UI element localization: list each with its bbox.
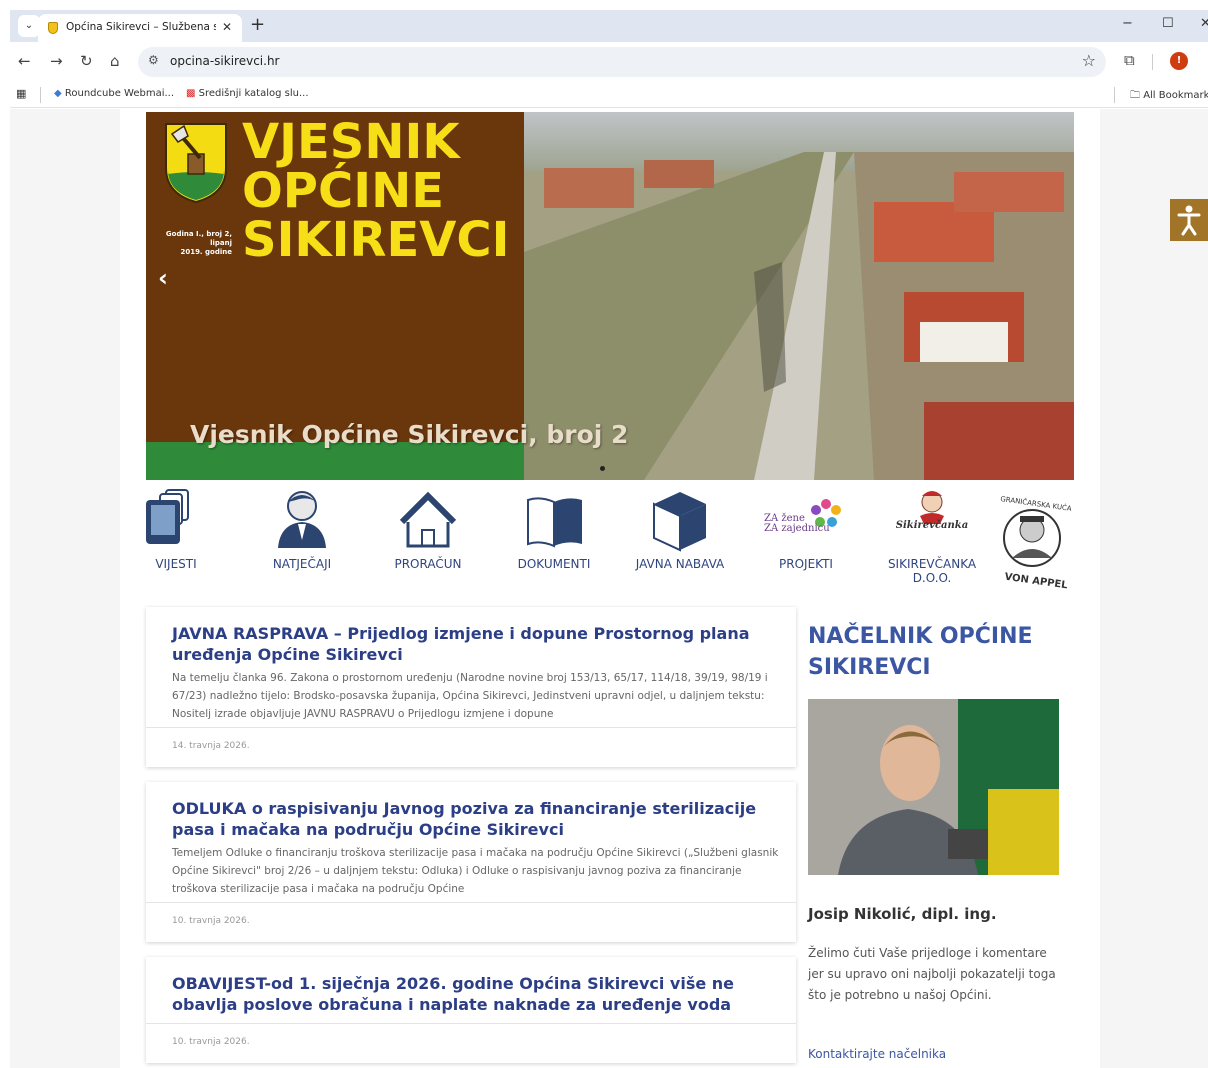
edition-line: 2019. godine <box>180 248 232 256</box>
bookmark-roundcube[interactable]: ◆ Roundcube Webmai... <box>54 88 174 99</box>
toolbar-divider <box>1152 54 1153 70</box>
minimize-icon[interactable]: − <box>1122 16 1133 31</box>
tab-title: Općina Sikirevci – Službena stra <box>66 21 216 33</box>
house-icon <box>399 491 457 548</box>
mayor-section-title: NAČELNIK OPĆINE SIKIREVCI <box>808 624 1033 680</box>
accessibility-button[interactable] <box>1170 199 1208 241</box>
quicklink-projekti[interactable]: ZA žene ZA zajednicu PROJEKTI <box>750 482 862 594</box>
news-date: 14. travnja 2026. <box>172 741 250 751</box>
logo-line: ZA zajednicu <box>764 523 830 534</box>
katalog-icon: ▩ <box>186 88 196 99</box>
box-icon <box>653 492 706 552</box>
site-info-icon[interactable]: ⚙ <box>148 53 159 67</box>
browser-window: ⌄ Općina Sikirevci – Službena stra ✕ + −… <box>10 10 1208 1068</box>
edition-line: lipanj <box>210 239 232 247</box>
quicklink-sikirevcanka[interactable]: Sikirevčanka SIKIREVČANKA D.O.O. <box>876 482 988 594</box>
maximize-icon[interactable]: ☐ <box>1162 16 1174 31</box>
masthead-line: VJESNIK <box>242 114 460 170</box>
quicklink-label: DOKUMENTI <box>517 557 591 571</box>
masthead-title: VJESNIK OPĆINE SIKIREVCI <box>242 118 509 265</box>
extensions-icon[interactable]: ⧉ <box>1124 51 1135 69</box>
roundcube-icon: ◆ <box>54 88 62 99</box>
forward-icon[interactable]: → <box>50 52 63 70</box>
news-title[interactable]: OBAVIJEST-od 1. siječnja 2026. godine Op… <box>172 973 772 1015</box>
apps-icon[interactable]: ▦ <box>16 87 26 100</box>
news-date: 10. travnja 2026. <box>172 916 250 926</box>
news-card[interactable]: ODLUKA o raspisivanju Javnog poziva za f… <box>146 782 796 942</box>
news-card[interactable]: OBAVIJEST-od 1. siječnja 2026. godine Op… <box>146 957 796 1063</box>
newsletter-cover: VJESNIK OPĆINE SIKIREVCI Godina I., broj… <box>146 112 524 442</box>
news-date: 10. travnja 2026. <box>172 1037 250 1047</box>
slider-prev-icon[interactable]: ‹ <box>158 264 168 292</box>
tab-search-button[interactable]: ⌄ <box>18 15 40 37</box>
browser-toolbar: ← → ↻ ⌂ ⚙ opcina-sikirevci.hr ☆ ⧉ ! <box>10 42 1208 82</box>
back-icon[interactable]: ← <box>18 52 31 70</box>
quicklink-label: JAVNA NABAVA <box>635 557 725 571</box>
close-tab-icon[interactable]: ✕ <box>222 20 232 34</box>
tab-strip: ⌄ Općina Sikirevci – Službena stra ✕ + −… <box>10 10 1208 42</box>
news-excerpt: Na temelju članka 96. Zakona o prostorno… <box>172 672 768 720</box>
accessibility-icon <box>1177 205 1201 236</box>
active-tab[interactable]: Općina Sikirevci – Službena stra ✕ <box>38 14 242 42</box>
bookmarks-divider <box>1114 87 1115 103</box>
quicklink-proracun[interactable]: PRORAČUN <box>372 482 484 594</box>
edition-info: Godina I., broj 2, lipanj 2019. godine <box>160 230 232 257</box>
quicklink-dokumenti[interactable]: DOKUMENTI <box>498 482 610 594</box>
close-window-icon[interactable]: ✕ <box>1200 16 1208 31</box>
mayor-name: Josip Nikolić, dipl. ing. <box>808 905 997 923</box>
new-tab-button[interactable]: + <box>250 14 265 35</box>
main-content: VJESNIK OPĆINE SIKIREVCI Godina I., broj… <box>120 109 1100 1068</box>
quicklinks-row: VIJESTI NATJEČAJI PRORAČUN DOKUMENTI JAV… <box>120 482 1100 594</box>
quicklink-von-appel[interactable]: GRANIČARSKA KUĆA VON APPEL <box>980 482 1080 594</box>
masthead-line: SIKIREVCI <box>242 212 510 268</box>
quicklink-label: VIJESTI <box>155 557 197 571</box>
slide-caption: Vjesnik Općine Sikirevci, broj 2 <box>190 420 629 449</box>
quicklink-label: NATJEČAJI <box>272 557 332 571</box>
za-zene-wordmark: ZA žene ZA zajednicu <box>764 514 834 534</box>
sikirevcanka-wordmark: Sikirevčanka <box>895 520 969 531</box>
all-bookmarks-label: All Bookmarks <box>1143 90 1208 101</box>
quicklink-label: PRORAČUN <box>394 557 462 571</box>
page: VJESNIK OPĆINE SIKIREVCI Godina I., broj… <box>10 109 1208 1068</box>
bookmarks-divider <box>40 87 41 103</box>
quicklink-natjecaji[interactable]: NATJEČAJI <box>246 482 358 594</box>
quicklink-vijesti[interactable]: VIJESTI <box>120 482 232 594</box>
masthead-line: OPĆINE <box>242 163 445 219</box>
site-favicon-icon <box>48 22 58 34</box>
folder-icon: 🗀 <box>1130 90 1140 101</box>
address-bar[interactable]: ⚙ opcina-sikirevci.hr ☆ <box>138 47 1106 77</box>
person-icon <box>278 491 326 548</box>
news-card[interactable]: JAVNA RASPRAVA – Prijedlog izmjene i dop… <box>146 607 796 767</box>
news-divider <box>146 727 796 728</box>
all-bookmarks[interactable]: 🗀 All Bookmarks <box>1130 88 1208 105</box>
slider-dot[interactable] <box>600 466 605 471</box>
bookmarks-bar: ▦ ◆ Roundcube Webmai... ▩ Središnji kata… <box>10 82 1208 108</box>
news-icon <box>146 489 189 544</box>
quicklink-label: PROJEKTI <box>779 557 833 571</box>
bookmark-label: Središnji katalog slu... <box>198 88 309 99</box>
bookmark-label: Roundcube Webmai... <box>64 88 175 99</box>
home-icon[interactable]: ⌂ <box>110 52 120 70</box>
news-divider <box>146 902 796 903</box>
mayor-portrait <box>808 699 1059 875</box>
profile-avatar[interactable]: ! <box>1170 52 1188 70</box>
news-excerpt: Temeljem Odluke o financiranju troškova … <box>172 847 779 895</box>
news-divider <box>146 1023 796 1024</box>
edition-line: Godina I., broj 2, <box>165 230 232 238</box>
reload-icon[interactable]: ↻ <box>80 52 93 70</box>
coat-of-arms-icon <box>165 123 227 204</box>
hero-slider[interactable]: VJESNIK OPĆINE SIKIREVCI Godina I., broj… <box>146 112 1074 480</box>
bookmark-star-icon[interactable]: ☆ <box>1082 51 1096 70</box>
bookmark-katalog[interactable]: ▩ Središnji katalog slu... <box>186 88 309 99</box>
mayor-text: Želimo čuti Vaše prijedloge i komentare … <box>808 946 1056 1002</box>
quicklink-javna-nabava[interactable]: JAVNA NABAVA <box>624 482 736 594</box>
quicklink-label: SIKIREVČANKA D.O.O. <box>887 557 977 585</box>
url-text: opcina-sikirevci.hr <box>170 54 280 68</box>
contact-mayor-link[interactable]: Kontaktirajte načelnika <box>808 1047 946 1061</box>
news-title[interactable]: JAVNA RASPRAVA – Prijedlog izmjene i dop… <box>172 623 772 665</box>
book-icon <box>527 497 582 548</box>
news-title[interactable]: ODLUKA o raspisivanju Javnog poziva za f… <box>172 798 772 840</box>
